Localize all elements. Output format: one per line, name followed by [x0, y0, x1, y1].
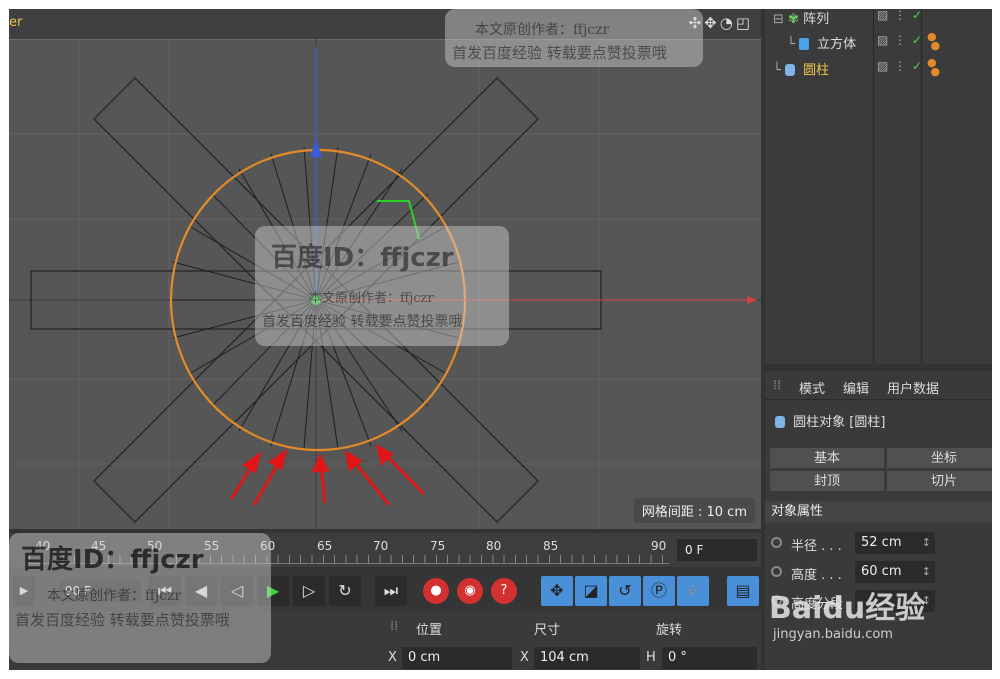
parameter-key-icon[interactable]: Ⓟ — [643, 576, 675, 606]
tab-caps[interactable]: 封顶 — [769, 470, 885, 492]
baidu-logo: Baidu经验 — [769, 591, 926, 626]
axis-label: X — [520, 650, 529, 665]
y-axis-arrow[interactable] — [310, 139, 322, 157]
position-x-field[interactable]: 0 cm — [402, 647, 512, 669]
menu-edit[interactable]: 编辑 — [843, 378, 869, 397]
go-end-icon[interactable]: ⏭ — [375, 576, 407, 606]
axis-label: H — [646, 650, 656, 665]
watermark-center-id: 百度ID：ffjczr — [271, 243, 454, 273]
object-row-array[interactable]: ⊟ ✾ 阵列 ▨ ⋮ ✓ — [765, 9, 992, 29]
radius-field[interactable]: 52 cm — [855, 532, 935, 554]
header-rotation: 旋转 — [656, 623, 683, 638]
tick-label: 90 — [651, 539, 667, 553]
attribute-object-label: 圆柱对象 [圆柱] — [775, 411, 885, 430]
cylinder-icon — [784, 64, 795, 76]
menu-user-data[interactable]: 用户数据 — [887, 378, 939, 397]
axis-label: X — [388, 650, 397, 665]
cylinder-icon — [775, 416, 785, 428]
object-manager: ⊟ ✾ 阵列 ▨ ⋮ ✓ └ 立方体 ▨ ⋮ ✓ ● ● └ 圆柱 ▨ ⋮ ✓ … — [765, 9, 992, 364]
film-icon[interactable]: ▤ — [727, 576, 759, 606]
tab-slice[interactable]: 切片 — [886, 470, 992, 492]
tick-label: 80 — [486, 539, 502, 553]
enable-check-icon[interactable]: ✓ — [912, 9, 923, 22]
object-tags[interactable]: ▨ ⋮ ✓ — [877, 59, 923, 73]
header-position: 位置 — [416, 623, 443, 638]
watermark-bottom-line2: 首发百度经验 转载要点赞投票哦 — [15, 611, 230, 629]
loop-icon[interactable]: ↻ — [329, 576, 361, 606]
size-x-field[interactable]: 104 cm — [534, 647, 640, 669]
prop-radius[interactable]: 半径 . . . 52 cm — [771, 532, 992, 556]
menu-mode[interactable]: 模式 — [799, 378, 825, 397]
move-key-icon[interactable]: ✥ — [541, 576, 573, 606]
current-frame-field[interactable]: 0 F — [677, 539, 757, 561]
object-row-cylinder[interactable]: └ 圆柱 ▨ ⋮ ✓ ● ● — [765, 55, 992, 80]
section-object-properties: 对象属性 — [765, 501, 992, 523]
grip-icon: ⁞⁞ — [390, 619, 399, 634]
array-icon: ✾ — [788, 12, 799, 27]
object-name: 圆柱 — [803, 63, 830, 78]
tick-label: 70 — [373, 539, 389, 553]
prop-height[interactable]: 高度 . . . 60 cm — [771, 561, 992, 585]
record-key-icon[interactable]: ● — [423, 578, 449, 604]
height-field[interactable]: 60 cm — [855, 561, 935, 583]
grid-spacing-label: 网格间距 : 10 cm — [633, 498, 755, 523]
tab-basic[interactable]: 基本 — [769, 447, 885, 469]
animate-radio-icon[interactable] — [771, 537, 782, 548]
enable-check-icon[interactable]: ✓ — [912, 33, 923, 47]
tree-toggle-icon[interactable]: ⊟ — [773, 12, 784, 27]
material-tag-icon[interactable]: ● ● — [927, 57, 940, 77]
scale-key-icon[interactable]: ◪ — [575, 576, 607, 606]
header-size: 尺寸 — [534, 623, 561, 638]
tab-coord[interactable]: 坐标 — [886, 447, 992, 469]
tick-label: 85 — [543, 539, 559, 553]
tree-line-icon: └ — [773, 63, 781, 78]
app-window: er ✣✥◔◰ 网格间距: 10 cm ⊟ ✾ 阵列 ▨ ⋮ ✓ └ 立方体 … — [9, 9, 992, 670]
rotate-key-icon[interactable]: ↺ — [609, 576, 641, 606]
tick-label: 65 — [317, 539, 333, 553]
animate-radio-icon[interactable] — [771, 566, 782, 577]
object-name: 阵列 — [803, 12, 830, 27]
object-tags[interactable]: ▨ ⋮ ✓ — [877, 9, 923, 22]
watermark-center-line2: 首发百度经验 转载要点赞投票哦 — [262, 314, 463, 330]
annotation-arrows — [229, 444, 426, 506]
viewport-title: er — [9, 15, 23, 30]
object-name: 立方体 — [817, 37, 857, 52]
attribute-menu: ⁞⁞ 模式 编辑 用户数据 — [765, 371, 992, 400]
object-row-cube[interactable]: └ 立方体 ▨ ⋮ ✓ ● ● — [765, 29, 992, 54]
rotation-h-field[interactable]: 0 ° — [662, 647, 757, 669]
x-axis-arrow[interactable] — [747, 296, 757, 304]
watermark-center-line1: 本文原创作者：ffjczr — [309, 291, 434, 306]
keyframe-help-icon[interactable]: ? — [491, 578, 517, 604]
material-tag-icon[interactable]: ● ● — [927, 31, 940, 51]
tick-label: 75 — [430, 539, 446, 553]
object-tags[interactable]: ▨ ⋮ ✓ — [877, 33, 923, 47]
enable-check-icon[interactable]: ✓ — [912, 59, 923, 73]
grip-icon: ⁞⁞ — [773, 378, 782, 393]
pla-key-icon[interactable]: ⁘ — [677, 576, 709, 606]
autokey-icon[interactable]: ◉ — [457, 578, 483, 604]
watermark-bottom-id: 百度ID：ffjczr — [21, 545, 204, 575]
cube-icon — [798, 38, 809, 50]
next-frame-icon[interactable]: ▷ — [293, 576, 325, 606]
watermark-bottom-line1: 本文原创作者：ffjczr — [47, 588, 182, 604]
watermark-top-line1: 本文原创作者：ffjczr — [475, 22, 610, 38]
tree-line-icon: └ — [787, 37, 795, 52]
watermark-top-line2: 首发百度经验 转载要点赞投票哦 — [452, 44, 667, 62]
baidu-url: jingyan.baidu.com — [773, 627, 893, 642]
coordinate-row-x: X 0 cm X 104 cm H 0 ° — [384, 647, 761, 670]
